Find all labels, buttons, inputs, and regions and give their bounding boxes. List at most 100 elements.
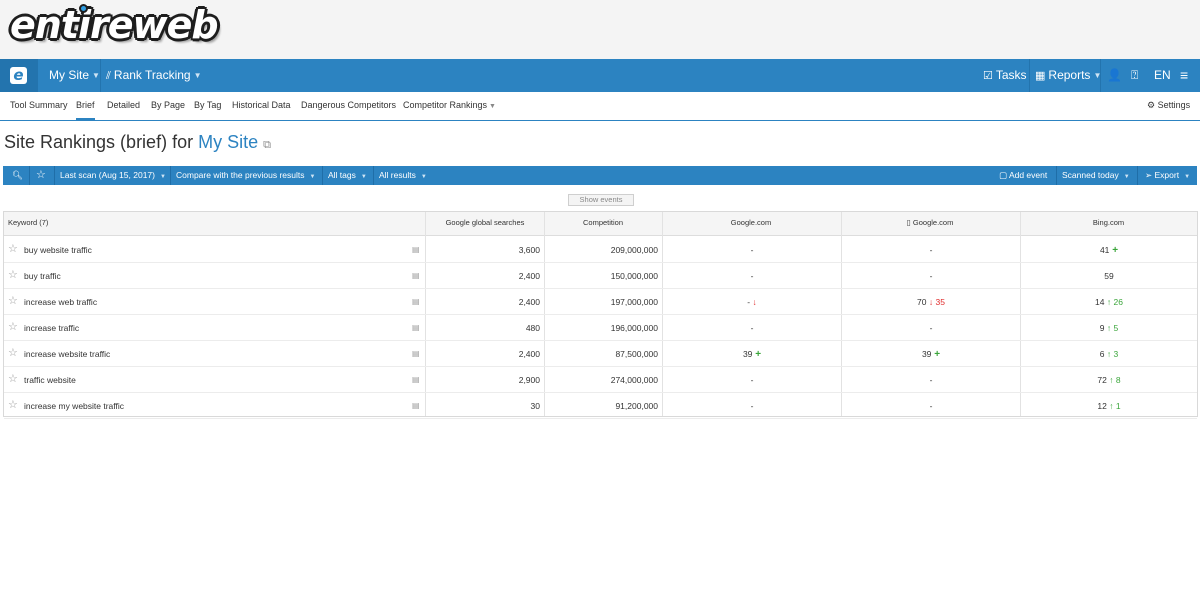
keyword-cell[interactable]: buy website traffic [24,237,92,263]
new-entry-icon: + [1109,245,1119,256]
page-title-prefix: Site Rankings (brief) for [4,132,194,152]
note-icon[interactable]: ▤ [412,341,420,367]
star-icon[interactable]: ☆ [8,393,18,419]
last-scan-label: Last scan (Aug 15, 2017) [60,170,155,180]
column-header-keyword[interactable]: Keyword (7) [8,212,48,236]
tags-dropdown[interactable]: All tags ▼ [328,166,367,185]
tab-detailed[interactable]: Detailed [107,92,140,120]
page-title-site-link[interactable]: My Site [198,132,258,152]
note-icon[interactable]: ▤ [412,237,420,263]
column-header-google[interactable]: Google.com [662,212,840,236]
toolbar-divider [29,166,30,185]
column-header-competition[interactable]: Competition [544,212,662,236]
export-dropdown[interactable]: ➢ Export ▼ [1145,166,1190,185]
note-icon[interactable]: ▤ [412,289,420,315]
entireweb-logo[interactable]: entireweb [10,3,219,47]
last-scan-dropdown[interactable]: Last scan (Aug 15, 2017) ▼ [60,166,166,185]
language-button[interactable]: EN [1154,59,1171,92]
send-icon: ➢ [1145,170,1153,180]
table-row[interactable]: ☆ buy website traffic ▤ 3,600 209,000,000 - - 4… [4,237,1197,263]
scanned-dropdown[interactable]: Scanned today ▼ [1062,166,1130,185]
settings-button[interactable]: ⚙ Settings [1147,92,1190,120]
add-event-button[interactable]: ▢ Add event [999,166,1047,185]
note-icon[interactable]: ▤ [412,393,420,419]
keyword-cell[interactable]: traffic website [24,367,76,393]
google-mobile-rank-value: - [929,323,933,333]
google-mobile-rank: - [842,367,1020,393]
tool-selector[interactable]: ⫽ Rank Tracking ▼ [106,59,202,92]
column-header-bing[interactable]: Bing.com [1020,212,1197,236]
star-icon[interactable]: ☆ [8,341,18,367]
compare-label: Compare with the previous results [176,170,305,180]
help-button[interactable]: ⍰ [1131,59,1138,92]
menu-icon: ≡ [1180,67,1189,83]
results-dropdown[interactable]: All results ▼ [379,166,427,185]
google-rank: - ↓ [663,289,841,315]
help-icon: ⍰ [1131,68,1139,82]
bing-rank: 9 ↑ 5 [1021,315,1197,341]
tasks-label: Tasks [995,68,1027,82]
star-icon[interactable]: ☆ [8,237,18,263]
compare-dropdown[interactable]: Compare with the previous results ▼ [176,166,315,185]
tab-dangerous-competitors[interactable]: Dangerous Competitors [301,92,396,120]
tab-by-page[interactable]: By Page [151,92,185,120]
google-mobile-rank-value: 39 [921,349,932,359]
reports-button[interactable]: ▦ Reports ▼ [1035,59,1101,92]
tab-historical-data[interactable]: Historical Data [232,92,291,120]
table-row[interactable]: ☆ increase web traffic ▤ 2,400 197,000,000 - … [4,289,1197,315]
google-rank: - [663,263,841,289]
bing-rank-value: 41 [1099,245,1110,255]
scanned-label: Scanned today [1062,170,1119,180]
app-home-button[interactable]: e [0,59,38,92]
toolbar-divider [1056,166,1057,185]
arrow-down-icon: ↓ [750,297,757,307]
keyword-cell[interactable]: increase my website traffic [24,393,124,419]
keyword-cell[interactable]: increase website traffic [24,341,110,367]
bing-rank: 14 ↑ 26 [1021,289,1197,315]
note-icon[interactable]: ▤ [412,315,420,341]
arrow-up-icon: ↑ [1106,375,1116,385]
table-row[interactable]: ☆ increase my website traffic ▤ 30 91,200,00… [4,393,1197,419]
menu-button[interactable]: ≡ [1180,59,1188,92]
favorites-button[interactable]: ☆ [36,166,46,185]
toolbar-divider [170,166,171,185]
keyword-cell[interactable]: increase traffic [24,315,79,341]
tab-competitor-rankings[interactable]: Competitor Rankings ▼ [403,92,496,120]
star-icon[interactable]: ☆ [8,315,18,341]
user-button[interactable]: 👤 [1107,59,1122,92]
competition-cell: 209,000,000 [610,245,658,255]
chevron-down-icon: ▼ [92,71,100,80]
tasks-button[interactable]: ☑ Tasks [983,59,1027,92]
searches-cell: 2,400 [518,349,540,359]
tab-tool-summary[interactable]: Tool Summary [10,92,68,120]
show-events-button[interactable]: Show events [568,194,634,206]
search-button[interactable]: 🔍︎ [12,166,23,185]
bing-rank-value: 14 [1095,297,1105,307]
chart-icon: ⫽ [106,70,111,82]
searches-cell: 30 [530,401,540,411]
site-selector[interactable]: My Site ▼ [49,59,100,92]
tab-by-tag[interactable]: By Tag [194,92,221,120]
column-header-searches[interactable]: Google global searches [426,212,544,236]
note-icon[interactable]: ▤ [412,263,420,289]
column-header-google-mobile[interactable]: ▯ Google.com [841,212,1019,236]
table-row[interactable]: ☆ increase website traffic ▤ 2,400 87,500,00… [4,341,1197,367]
note-icon[interactable]: ▤ [412,367,420,393]
reports-icon: ▦ [1035,70,1046,82]
table-row[interactable]: ☆ increase traffic ▤ 480 196,000,000 - - 9 ↑ 5 [4,315,1197,341]
table-row[interactable]: ☆ buy traffic ▤ 2,400 150,000,000 - - 59 [4,263,1197,289]
star-icon[interactable]: ☆ [8,367,18,393]
table-row[interactable]: ☆ traffic website ▤ 2,900 274,000,000 - - 72 ↑ … [4,367,1197,393]
searches-cell: 2,400 [518,271,540,281]
top-nav: e My Site ▼ ⫽ Rank Tracking ▼ ☑ Tasks ▦ Repor… [0,59,1200,92]
star-icon[interactable]: ☆ [8,263,18,289]
keyword-cell[interactable]: buy traffic [24,263,61,289]
bing-rank-change: 26 [1113,297,1123,307]
copy-icon[interactable]: ⧉ [263,139,271,151]
results-label: All results [379,170,416,180]
tab-brief[interactable]: Brief [76,92,95,120]
star-icon[interactable]: ☆ [8,289,18,315]
google-mobile-rank-value: - [929,245,933,255]
bing-rank-value: 12 [1097,401,1107,411]
keyword-cell[interactable]: increase web traffic [24,289,97,315]
